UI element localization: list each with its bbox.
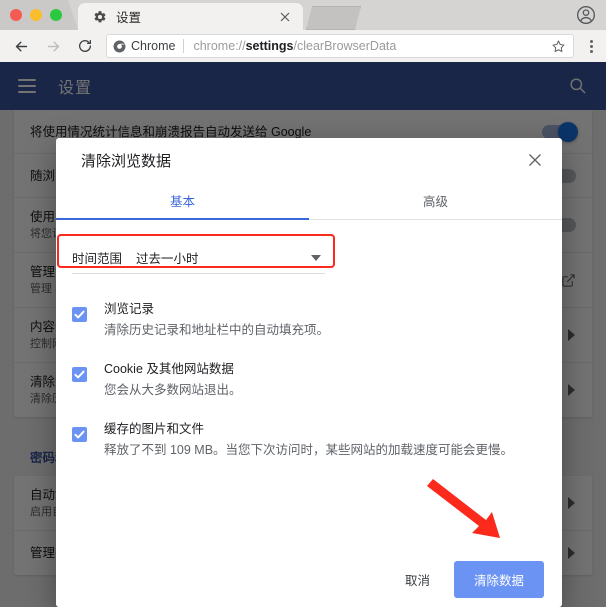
option-description: 清除历史记录和地址栏中的自动填充项。 — [104, 323, 330, 337]
tab-title: 设置 — [116, 11, 142, 25]
dialog-tabs: 基本 高级 — [56, 182, 562, 220]
site-identity-label: Chrome — [131, 39, 176, 53]
option-title: 缓存的图片和文件 — [104, 422, 205, 436]
url-text: chrome://settings/clearBrowserData — [193, 39, 551, 53]
option-description: 释放了不到 109 MB。当您下次访问时，某些网站的加载速度可能会更慢。 — [104, 443, 514, 457]
dialog-title: 清除浏览数据 — [81, 152, 172, 170]
chevron-down-icon[interactable] — [311, 254, 321, 261]
cancel-button[interactable]: 取消 — [399, 563, 436, 596]
tab-label: 高级 — [422, 195, 448, 209]
window-controls[interactable] — [10, 9, 62, 21]
time-range-label: 时间范围 — [72, 252, 123, 266]
option-cookies[interactable]: Cookie 及其他网站数据 您会从大多数网站退出。 — [56, 358, 562, 418]
url-suffix: /clearBrowserData — [293, 39, 397, 53]
checkbox-checked[interactable] — [72, 427, 87, 442]
url-prefix: chrome:// — [193, 39, 246, 53]
profile-avatar-icon[interactable] — [576, 5, 596, 25]
tab-advanced[interactable]: 高级 — [309, 182, 562, 219]
minimize-window-button[interactable] — [30, 9, 42, 21]
tab-strip: 设置 — [0, 0, 606, 30]
chrome-logo-icon — [113, 40, 126, 53]
tab-label: 基本 — [169, 195, 195, 209]
time-range-select[interactable]: 时间范围 过去一小时 — [72, 242, 325, 274]
forward-icon[interactable] — [41, 34, 65, 58]
close-window-button[interactable] — [10, 9, 22, 21]
address-bar[interactable]: Chrome chrome://settings/clearBrowserDat… — [106, 34, 574, 58]
close-icon[interactable] — [278, 10, 292, 24]
data-type-options: 浏览记录 清除历史记录和地址栏中的自动填充项。 Cookie 及其他网站数据 您… — [56, 298, 562, 478]
option-title: 浏览记录 — [104, 302, 155, 316]
omnibox-divider — [183, 39, 185, 53]
url-bold-part: settings — [245, 39, 294, 53]
maximize-window-button[interactable] — [50, 9, 62, 21]
checkbox-checked[interactable] — [72, 367, 87, 382]
new-tab-placeholder[interactable] — [306, 6, 361, 30]
option-browsing-history[interactable]: 浏览记录 清除历史记录和地址栏中的自动填充项。 — [56, 298, 562, 358]
browser-window: 设置 Chrome chrome://settings/clearBrowser… — [0, 0, 606, 607]
browser-tab-settings[interactable]: 设置 — [78, 3, 303, 30]
bookmark-star-icon[interactable] — [551, 39, 566, 54]
back-icon[interactable] — [9, 34, 33, 58]
option-cached-files[interactable]: 缓存的图片和文件 释放了不到 109 MB。当您下次访问时，某些网站的加载速度可… — [56, 418, 562, 478]
dialog-header: 清除浏览数据 — [56, 138, 562, 182]
checkbox-checked[interactable] — [72, 307, 87, 322]
time-range-area: 时间范围 过去一小时 — [56, 234, 562, 276]
dialog-footer: 取消 清除数据 — [56, 551, 562, 607]
time-range-value: 过去一小时 — [136, 252, 199, 266]
reload-icon[interactable] — [73, 34, 97, 58]
close-icon[interactable] — [524, 149, 546, 171]
dialog-body: 时间范围 过去一小时 浏览记录 清除历史记录和地址栏中的自动填充项。 Cooki… — [56, 220, 562, 551]
option-description: 您会从大多数网站退出。 — [104, 383, 242, 397]
option-title: Cookie 及其他网站数据 — [104, 362, 234, 376]
browser-menu-icon[interactable] — [582, 39, 600, 53]
browser-toolbar: Chrome chrome://settings/clearBrowserDat… — [0, 30, 606, 62]
tab-basic[interactable]: 基本 — [56, 182, 309, 219]
gear-icon — [92, 9, 108, 25]
clear-browsing-data-dialog: 清除浏览数据 基本 高级 时间范围 过去一小时 浏览记录 清除历史记录和地址栏中… — [56, 138, 562, 607]
clear-data-button[interactable]: 清除数据 — [453, 560, 544, 598]
